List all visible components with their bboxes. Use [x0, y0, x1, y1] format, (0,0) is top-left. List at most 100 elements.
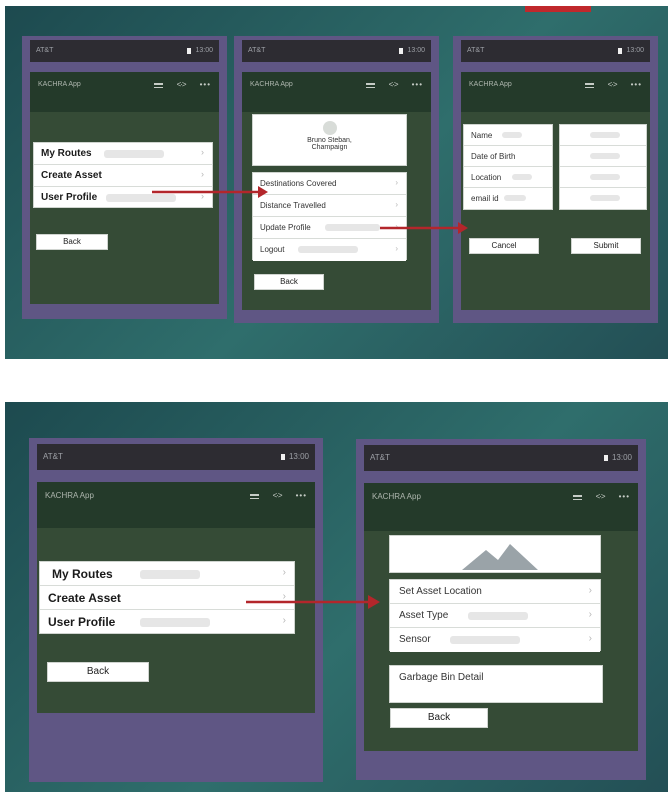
- profile-menu-list: Destinations Covered › Distance Travelle…: [252, 172, 407, 261]
- menu-item-set-asset-location[interactable]: Set Asset Location ›: [390, 580, 600, 604]
- carrier-label: AT&T: [467, 47, 485, 54]
- back-button[interactable]: Back: [390, 708, 488, 728]
- blurred-detail: [468, 612, 528, 620]
- phone-screen-main-menu: AT&T 13:00 KACHRA App <·> ••• My Routes ›…: [22, 36, 227, 319]
- carrier-label: AT&T: [43, 452, 63, 461]
- person-icon[interactable]: [249, 493, 259, 499]
- status-bar: AT&T 13:00: [30, 40, 219, 62]
- share-icon[interactable]: <·>: [596, 483, 606, 511]
- more-icon[interactable]: •••: [619, 483, 630, 511]
- menu-item-label: Set Asset Location: [399, 586, 482, 597]
- battery-icon: [618, 48, 623, 54]
- chevron-right-icon: ›: [201, 169, 204, 179]
- form-inputs: [559, 124, 647, 210]
- asset-image-placeholder[interactable]: [389, 535, 601, 573]
- screen-content: Set Asset Location › Asset Type › Sensor…: [364, 531, 638, 751]
- back-button[interactable]: Back: [36, 234, 108, 250]
- clock-label: 13:00: [626, 47, 644, 54]
- chevron-right-icon: ›: [282, 615, 286, 626]
- profile-card: Bruno Steban, Champaign: [252, 114, 407, 166]
- name-input[interactable]: [560, 125, 646, 146]
- menu-item-destinations-covered[interactable]: Destinations Covered ›: [253, 173, 406, 195]
- screen-content: Bruno Steban, Champaign Destinations Cov…: [242, 112, 431, 310]
- menu-item-distance-travelled[interactable]: Distance Travelled ›: [253, 195, 406, 217]
- cancel-button[interactable]: Cancel: [469, 238, 539, 254]
- menu-item-label: Create Asset: [48, 591, 121, 605]
- app-bar: KACHRA App <·> •••: [242, 72, 431, 112]
- app-bar: KACHRA App <·> •••: [37, 482, 315, 528]
- phone-screen-create-asset: AT&T 13:00 KACHRA App <·> ••• Set Asset L…: [356, 439, 646, 780]
- app-title: KACHRA App: [250, 81, 293, 88]
- person-icon[interactable]: [572, 494, 582, 500]
- menu-item-label: Update Profile: [260, 223, 311, 232]
- blurred-detail: [590, 195, 620, 201]
- submit-button[interactable]: Submit: [571, 238, 641, 254]
- menu-item-asset-type[interactable]: Asset Type ›: [390, 604, 600, 628]
- blurred-detail: [298, 246, 358, 253]
- garbage-bin-detail-field[interactable]: Garbage Bin Detail: [389, 665, 603, 703]
- menu-item-logout[interactable]: Logout ›: [253, 239, 406, 261]
- menu-item-label: User Profile: [41, 192, 98, 203]
- image-placeholder-icon: [462, 544, 538, 570]
- app-bar: KACHRA App <·> •••: [30, 72, 219, 112]
- back-button[interactable]: Back: [254, 274, 324, 290]
- clock-label: 13:00: [407, 47, 425, 54]
- carrier-label: AT&T: [36, 47, 54, 54]
- menu-item-label: My Routes: [41, 148, 92, 159]
- blurred-detail: [512, 174, 532, 180]
- app-title: KACHRA App: [372, 492, 421, 501]
- back-button[interactable]: Back: [47, 662, 149, 682]
- location-input[interactable]: [560, 167, 646, 188]
- menu-item-my-routes[interactable]: My Routes ›: [40, 562, 294, 586]
- chevron-right-icon: ›: [588, 585, 592, 596]
- blurred-detail: [104, 150, 164, 158]
- menu-item-label: Sensor: [399, 634, 431, 645]
- menu-item-my-routes[interactable]: My Routes ›: [34, 143, 212, 165]
- person-icon[interactable]: [584, 82, 594, 88]
- app-title: KACHRA App: [38, 81, 81, 88]
- battery-icon: [280, 454, 285, 460]
- more-icon[interactable]: •••: [296, 482, 307, 510]
- form-label-row: email id: [464, 188, 552, 209]
- chevron-right-icon: ›: [201, 147, 204, 157]
- battery-icon: [399, 48, 404, 54]
- share-icon[interactable]: <·>: [608, 72, 618, 98]
- battery-icon: [603, 455, 608, 461]
- menu-item-user-profile[interactable]: User Profile ›: [40, 610, 294, 634]
- person-icon[interactable]: [153, 82, 163, 88]
- clock-label: 13:00: [195, 47, 213, 54]
- menu-item-sensor[interactable]: Sensor ›: [390, 628, 600, 652]
- share-icon[interactable]: <·>: [177, 72, 187, 98]
- blurred-detail: [325, 224, 380, 231]
- arrow-icon: [152, 186, 268, 198]
- chevron-right-icon: ›: [395, 178, 398, 187]
- share-icon[interactable]: <·>: [389, 72, 399, 98]
- blurred-detail: [140, 618, 210, 627]
- chevron-right-icon: ›: [395, 244, 398, 253]
- status-bar: AT&T 13:00: [461, 40, 650, 62]
- email-input[interactable]: [560, 188, 646, 209]
- menu-item-label: Asset Type: [399, 610, 449, 621]
- asset-menu-list: Set Asset Location › Asset Type › Sensor…: [389, 579, 601, 652]
- more-icon[interactable]: •••: [412, 72, 423, 98]
- blurred-detail: [590, 174, 620, 180]
- more-icon[interactable]: •••: [631, 72, 642, 98]
- app-bar: KACHRA App <·> •••: [364, 483, 638, 531]
- battery-icon: [187, 48, 192, 54]
- dob-input[interactable]: [560, 146, 646, 167]
- dob-label: Date of Birth: [471, 152, 516, 161]
- person-icon[interactable]: [365, 82, 375, 88]
- arrow-icon: [246, 595, 380, 609]
- form-labels: Name Date of Birth Location email id: [463, 124, 553, 210]
- more-icon[interactable]: •••: [200, 72, 211, 98]
- share-icon[interactable]: <·>: [273, 482, 283, 510]
- carrier-label: AT&T: [248, 47, 266, 54]
- location-label: Location: [471, 173, 502, 182]
- chevron-right-icon: ›: [588, 609, 592, 620]
- carrier-label: AT&T: [370, 453, 390, 462]
- phone-screen-update-profile: AT&T 13:00 KACHRA App <·> ••• Name Date o…: [453, 36, 658, 323]
- menu-item-label: Destinations Covered: [260, 179, 337, 188]
- red-accent-bar: [525, 6, 591, 12]
- menu-item-label: Distance Travelled: [260, 201, 326, 210]
- status-bar: AT&T 13:00: [242, 40, 431, 62]
